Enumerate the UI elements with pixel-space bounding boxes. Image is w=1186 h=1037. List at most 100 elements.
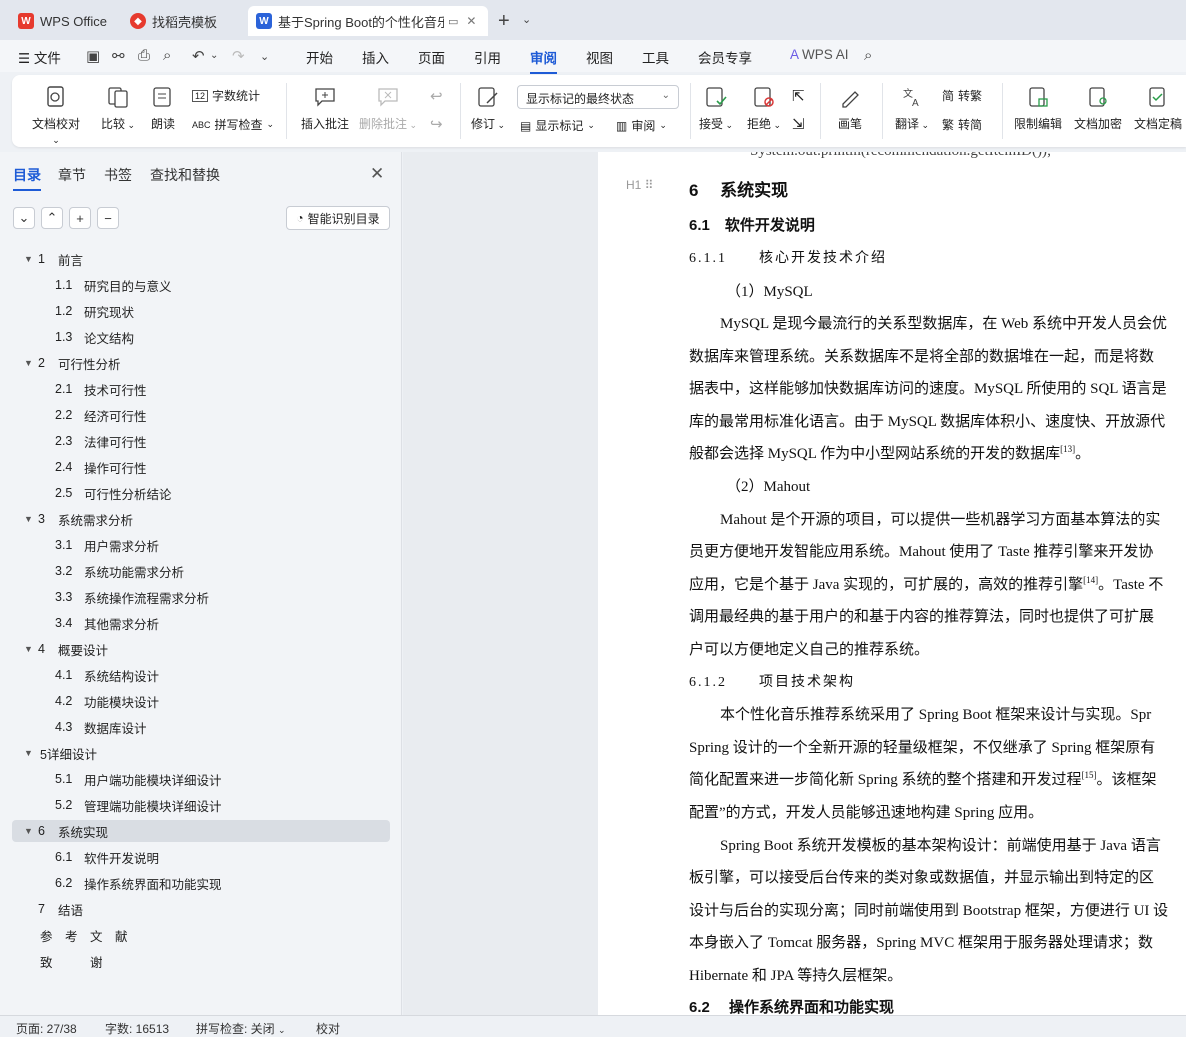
document-page[interactable]: System.out.println(recommendation.getIte… [598, 152, 1186, 1015]
proofread-icon [47, 86, 64, 107]
print-preview-icon[interactable]: ⌕ [163, 47, 171, 64]
nav-tab-find-replace[interactable]: 查找和替换 [150, 165, 220, 185]
collapse-all-button[interactable]: ⌃ [41, 207, 63, 229]
redo-icon[interactable]: ↷ [232, 47, 245, 65]
expand-all-button[interactable]: ⌄ [13, 207, 35, 229]
delete-comment-button[interactable]: 删除批注 ⌄ [358, 85, 418, 132]
toc-item[interactable]: 1.2 研究现状 [12, 300, 390, 322]
accept-button[interactable]: 接受 ⌄ [698, 85, 734, 132]
spell-check-button[interactable]: ABC 拼写检查 ⌄ [192, 116, 274, 133]
compare-button[interactable]: 比较 ⌄ [98, 85, 138, 132]
toc-item[interactable]: 2.5 可行性分析结论 [12, 482, 390, 504]
read-aloud-button[interactable]: 朗读 [148, 85, 178, 132]
file-menu[interactable]: ☰ 文件 [18, 47, 61, 67]
previous-change-icon[interactable]: ⇱ [792, 87, 805, 105]
nav-tab-bookmarks[interactable]: 书签 [104, 165, 132, 185]
undo-icon[interactable]: ↶ [192, 47, 205, 65]
toc-item-selected[interactable]: ▼ 6 系统实现 [12, 820, 390, 842]
track-changes-button[interactable]: 修订 ⌄ [470, 85, 506, 132]
nav-tab-sections[interactable]: 章节 [58, 165, 86, 185]
toc-item[interactable]: ▼ 3 系统需求分析 [12, 508, 390, 530]
toc-item[interactable]: 2.4 操作可行性 [12, 456, 390, 478]
toc-item[interactable]: 参 考 文 献 [12, 924, 390, 946]
toc-item[interactable]: ▼ 1 前言 [12, 248, 390, 270]
chevron-down-icon[interactable]: ⌄ [522, 13, 531, 26]
close-icon[interactable]: ✕ [370, 164, 384, 184]
undo-dropdown-icon[interactable]: ⌄ [210, 50, 218, 61]
show-markup-button[interactable]: ▤ 显示标记 ⌄ [520, 117, 595, 134]
toc-item[interactable]: 7 结语 [12, 898, 390, 920]
toc-item[interactable]: 1.3 论文结构 [12, 326, 390, 348]
menu-view[interactable]: 视图 [586, 47, 613, 67]
word-count-button[interactable]: 12 字数统计 [192, 87, 260, 104]
markup-state-select[interactable]: 显示标记的最终状态 ⌄ [517, 85, 679, 109]
search-icon[interactable]: ⌕ [864, 47, 872, 64]
word-count-status[interactable]: 字数: 16513 [105, 1020, 169, 1037]
review-pane-button[interactable]: ▥ 审阅 ⌄ [616, 117, 667, 134]
toc-item[interactable]: 5.1 用户端功能模块详细设计 [12, 768, 390, 790]
pen-button[interactable]: 画笔 [832, 85, 868, 132]
toc-item[interactable]: 2.2 经济可行性 [12, 404, 390, 426]
nav-tab-toc[interactable]: 目录 [13, 165, 41, 191]
toc-item[interactable]: 3.3 系统操作流程需求分析 [12, 586, 390, 608]
menu-page[interactable]: 页面 [418, 47, 445, 67]
next-change-icon[interactable]: ⇲ [792, 115, 805, 133]
toc-item[interactable]: ▼ 2 可行性分析 [12, 352, 390, 374]
collapse-triangle-icon[interactable]: ▼ [24, 644, 33, 654]
menu-member[interactable]: 会员专享 [698, 47, 752, 67]
proof-status[interactable]: 校对 [316, 1020, 340, 1037]
previous-comment-icon[interactable]: ↩ [430, 87, 443, 105]
spell-check-status[interactable]: 拼写检查: 关闭 ⌄ [196, 1020, 286, 1037]
toc-item[interactable]: ▼ 4 概要设计 [12, 638, 390, 660]
to-traditional-button[interactable]: 简转繁 [942, 87, 982, 104]
toc-item[interactable]: 4.3 数据库设计 [12, 716, 390, 738]
remove-heading-button[interactable]: − [97, 207, 119, 229]
toc-item[interactable]: 1.1 研究目的与意义 [12, 274, 390, 296]
save-icon[interactable]: ▣ [86, 47, 100, 65]
new-tab-icon[interactable]: + [498, 10, 510, 33]
menu-tools[interactable]: 工具 [642, 47, 669, 67]
menu-insert[interactable]: 插入 [362, 47, 389, 67]
toc-item[interactable]: 6.1 软件开发说明 [12, 846, 390, 868]
collapse-triangle-icon[interactable]: ▼ [24, 514, 33, 524]
add-heading-button[interactable]: + [69, 207, 91, 229]
next-comment-icon[interactable]: ↪ [430, 115, 443, 133]
toc-item[interactable]: 4.1 系统结构设计 [12, 664, 390, 686]
wps-ai-button[interactable]: A WPS AI [790, 47, 849, 62]
doc-encrypt-button[interactable]: 文档加密 [1072, 85, 1124, 132]
to-simplified-button[interactable]: 繁转简 [942, 116, 982, 133]
toc-item[interactable]: 2.1 技术可行性 [12, 378, 390, 400]
more-actions-icon[interactable]: ⌄ [260, 50, 269, 63]
toc-item[interactable]: 6.2 操作系统界面和功能实现 [12, 872, 390, 894]
insert-comment-button[interactable]: 插入批注 [298, 85, 352, 132]
reject-button[interactable]: 拒绝 ⌄ [746, 85, 782, 132]
translate-button[interactable]: 文A 翻译 ⌄ [892, 85, 932, 132]
tab-docer-templates[interactable]: ◆ 找稻壳模板 [122, 6, 246, 36]
link-icon[interactable]: ⚯ [112, 47, 125, 65]
smart-toc-button[interactable]: ◔ 智能识别目录 [286, 206, 390, 230]
collapse-triangle-icon[interactable]: ▼ [24, 826, 33, 836]
menu-reference[interactable]: 引用 [474, 47, 501, 67]
toc-item[interactable]: ▼ 5详细设计 [12, 742, 390, 764]
toc-item[interactable]: 3.1 用户需求分析 [12, 534, 390, 556]
collapse-triangle-icon[interactable]: ▼ [24, 254, 33, 264]
collapse-triangle-icon[interactable]: ▼ [24, 358, 33, 368]
tab-wps-office[interactable]: W WPS Office [10, 6, 122, 36]
tab-document[interactable]: W 基于Spring Boot的个性化音乐 ▭ ✕ [248, 6, 488, 36]
collapse-triangle-icon[interactable]: ▼ [24, 748, 33, 758]
doc-proof-button[interactable]: 文档校对 ⌄ [28, 85, 84, 146]
toc-item[interactable]: 3.4 其他需求分析 [12, 612, 390, 634]
doc-finalize-button[interactable]: 文档定稿 [1130, 85, 1186, 132]
menu-start[interactable]: 开始 [306, 47, 333, 67]
toc-item[interactable]: 5.2 管理端功能模块详细设计 [12, 794, 390, 816]
page-indicator[interactable]: 页面: 27/38 [16, 1020, 77, 1037]
close-icon[interactable]: ✕ [466, 14, 476, 28]
menu-review[interactable]: 审阅 [530, 47, 557, 74]
print-icon[interactable]: ⎙ [138, 47, 150, 64]
toc-item[interactable]: 3.2 系统功能需求分析 [12, 560, 390, 582]
heading-handle-icon[interactable]: H1 ⠿ [626, 178, 653, 192]
toc-item[interactable]: 致 谢 [12, 950, 390, 972]
toc-item[interactable]: 4.2 功能模块设计 [12, 690, 390, 712]
toc-item[interactable]: 2.3 法律可行性 [12, 430, 390, 452]
restrict-edit-button[interactable]: 限制编辑 [1012, 85, 1064, 132]
